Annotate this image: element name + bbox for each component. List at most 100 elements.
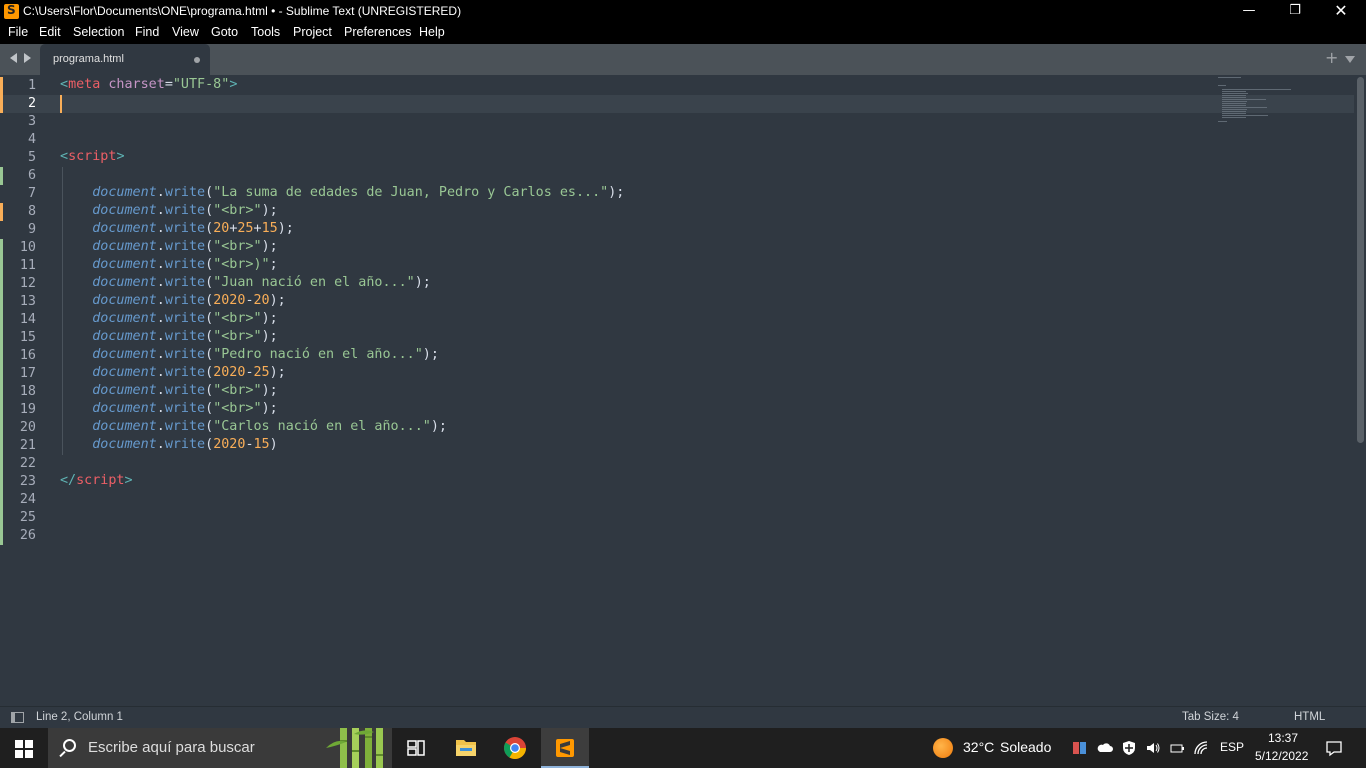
line-number[interactable]: 24: [0, 491, 36, 509]
line-number[interactable]: 16: [0, 347, 36, 365]
minimap-line: [1218, 121, 1227, 122]
taskbar: Escribe aquí para buscar 32°C Soleado ES…: [0, 728, 1366, 768]
scrollbar-thumb[interactable]: [1357, 77, 1364, 443]
line-number[interactable]: 9: [0, 221, 36, 239]
app-tray-icon[interactable]: [1072, 740, 1088, 756]
code-line[interactable]: document.write("<br>");: [60, 311, 277, 329]
new-tab-plus-icon[interactable]: +: [1325, 50, 1338, 66]
clock-time[interactable]: 13:37: [1268, 731, 1298, 745]
line-number[interactable]: 6: [0, 167, 36, 185]
tab-forward-icon[interactable]: [24, 53, 31, 63]
clock-date[interactable]: 5/12/2022: [1255, 749, 1308, 763]
sublime-text-taskbar-button[interactable]: [541, 728, 589, 768]
line-number[interactable]: 21: [0, 437, 36, 455]
close-button[interactable]: ✕: [1318, 0, 1364, 23]
line-number[interactable]: 7: [0, 185, 36, 203]
line-number[interactable]: 2: [0, 95, 36, 113]
code-line[interactable]: </script>: [60, 473, 133, 491]
code-line[interactable]: document.write("<br>");: [60, 401, 277, 419]
code-line[interactable]: document.write(2020-20);: [60, 293, 286, 311]
modification-marker: [0, 275, 3, 293]
line-number[interactable]: 8: [0, 203, 36, 221]
input-language[interactable]: ESP: [1220, 740, 1244, 754]
menu-project[interactable]: Project: [293, 25, 332, 39]
editor[interactable]: 1 2 3 4 5 6 7 8 9 10 11 12 13 14 15 16 17 18 19 20 21 22 23 24 2…: [0, 75, 1366, 706]
onedrive-cloud-icon[interactable]: [1097, 740, 1113, 756]
menu-bar: File Edit Selection Find View Goto Tools…: [0, 23, 1366, 44]
unsaved-dot-icon[interactable]: [194, 57, 200, 63]
code-line[interactable]: document.write(20+25+15);: [60, 221, 294, 239]
code-line[interactable]: document.write("<br>");: [60, 203, 277, 221]
tab-size[interactable]: Tab Size: 4: [1182, 711, 1239, 723]
task-view-button[interactable]: [392, 728, 440, 768]
code-line[interactable]: document.write("<br>");: [60, 329, 277, 347]
menu-edit[interactable]: Edit: [39, 25, 61, 39]
line-number[interactable]: 14: [0, 311, 36, 329]
sun-weather-icon[interactable]: [933, 738, 953, 758]
notifications-icon[interactable]: [1325, 739, 1343, 757]
search-input[interactable]: Escribe aquí para buscar: [88, 739, 255, 756]
menu-selection[interactable]: Selection: [73, 25, 124, 39]
menu-file[interactable]: File: [8, 25, 28, 39]
menu-help[interactable]: Help: [419, 25, 445, 39]
code-line[interactable]: document.write("Pedro nació en el año...…: [60, 347, 439, 365]
code-line[interactable]: document.write(2020-15): [60, 437, 277, 455]
line-number[interactable]: 3: [0, 113, 36, 131]
battery-icon[interactable]: [1169, 740, 1185, 756]
show-panel-icon[interactable]: [11, 712, 24, 723]
code-line[interactable]: document.write("<br>");: [60, 239, 277, 257]
minimap-line: [1222, 95, 1246, 96]
line-number[interactable]: 18: [0, 383, 36, 401]
wifi-icon[interactable]: [1193, 740, 1209, 756]
menu-tools[interactable]: Tools: [251, 25, 280, 39]
line-number[interactable]: 22: [0, 455, 36, 473]
line-number[interactable]: 15: [0, 329, 36, 347]
line-number[interactable]: 10: [0, 239, 36, 257]
menu-view[interactable]: View: [172, 25, 199, 39]
menu-find[interactable]: Find: [135, 25, 159, 39]
tab-programa-html[interactable]: programa.html: [40, 44, 210, 75]
code-line[interactable]: <script>: [60, 149, 125, 167]
code-line[interactable]: document.write("<br>");: [60, 383, 277, 401]
minimap[interactable]: [1218, 75, 1354, 135]
minimap-line: [1222, 105, 1246, 106]
weather-description[interactable]: Soleado: [1000, 739, 1051, 755]
line-number[interactable]: 1: [0, 77, 36, 95]
line-number[interactable]: 17: [0, 365, 36, 383]
line-number[interactable]: 5: [0, 149, 36, 167]
chrome-button[interactable]: [491, 728, 539, 768]
minimize-button[interactable]: —: [1226, 0, 1272, 23]
security-shield-icon[interactable]: [1121, 740, 1137, 756]
line-number[interactable]: 19: [0, 401, 36, 419]
line-number[interactable]: 11: [0, 257, 36, 275]
line-number[interactable]: 25: [0, 509, 36, 527]
tab-back-icon[interactable]: [10, 53, 17, 63]
menu-preferences[interactable]: Preferences: [344, 25, 411, 39]
tab-list-chevron-down-icon[interactable]: [1345, 56, 1355, 63]
gutter: 1 2 3 4 5 6 7 8 9 10 11 12 13 14 15 16 17 18 19 20 21 22 23 24 2…: [0, 75, 56, 706]
restore-button[interactable]: ❐: [1272, 0, 1318, 23]
line-number[interactable]: 12: [0, 275, 36, 293]
line-number[interactable]: 20: [0, 419, 36, 437]
windows-start-icon[interactable]: [15, 740, 33, 758]
code-line[interactable]: document.write("Juan nació en el año..."…: [60, 275, 431, 293]
line-number[interactable]: 4: [0, 131, 36, 149]
line-number[interactable]: 23: [0, 473, 36, 491]
code-line[interactable]: document.write("Carlos nació en el año..…: [60, 419, 447, 437]
minimap-line: [1222, 97, 1246, 98]
code-line[interactable]: document.write("<br>)";: [60, 257, 277, 275]
code-line[interactable]: document.write("La suma de edades de Jua…: [60, 185, 624, 203]
code-line[interactable]: document.write(2020-25);: [60, 365, 286, 383]
minimap-line: [1222, 103, 1246, 104]
vertical-scrollbar[interactable]: [1354, 75, 1366, 706]
syntax-mode[interactable]: HTML: [1294, 711, 1325, 723]
line-number[interactable]: 26: [0, 527, 36, 545]
menu-goto[interactable]: Goto: [211, 25, 238, 39]
cursor-position[interactable]: Line 2, Column 1: [36, 711, 123, 723]
file-explorer-button[interactable]: [442, 728, 490, 768]
weather-temperature[interactable]: 32°C: [963, 739, 994, 755]
line-number[interactable]: 13: [0, 293, 36, 311]
volume-icon[interactable]: [1145, 740, 1161, 756]
code-line[interactable]: <meta charset="UTF-8">: [60, 77, 237, 95]
taskbar-search[interactable]: Escribe aquí para buscar: [48, 728, 392, 768]
